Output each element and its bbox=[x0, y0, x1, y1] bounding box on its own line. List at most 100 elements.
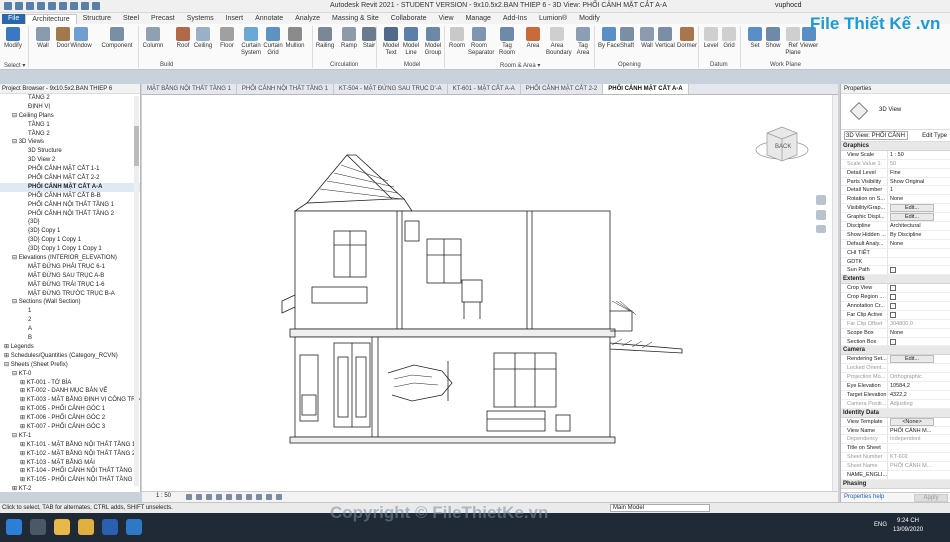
properties-help-link[interactable]: Properties help bbox=[844, 494, 884, 500]
property-checkbox[interactable] bbox=[890, 294, 896, 301]
scroll-thumb[interactable] bbox=[134, 126, 139, 166]
browser-tree-item[interactable]: PHỐI CẢNH MẶT CẮT A-A bbox=[0, 182, 140, 192]
ribbon-tab[interactable]: Analyze bbox=[289, 14, 326, 24]
view-tab[interactable]: MẶT BẰNG NỘI THẤT TẦNG 1 bbox=[142, 84, 237, 94]
ribbon-tab[interactable]: Collaborate bbox=[385, 14, 433, 24]
ribbon-button[interactable]: Tag Area bbox=[572, 27, 594, 57]
ribbon-tab[interactable]: File bbox=[2, 14, 26, 24]
ribbon-button[interactable]: Curtain System bbox=[240, 27, 262, 57]
property-group-header[interactable]: Graphics bbox=[841, 142, 950, 151]
ribbon-tab[interactable]: Massing & Site bbox=[326, 14, 385, 24]
ribbon-panel-label[interactable]: Room & Area ▾ bbox=[500, 62, 540, 69]
open-icon[interactable] bbox=[4, 2, 12, 10]
browser-tree-item[interactable]: ⊞ KT-2 bbox=[0, 485, 140, 494]
property-value[interactable]: Architectural bbox=[887, 222, 937, 230]
ribbon-tab[interactable]: Lumion® bbox=[533, 14, 573, 24]
ribbon-tab[interactable]: Systems bbox=[181, 14, 220, 24]
file-explorer-icon[interactable] bbox=[78, 519, 94, 535]
property-value[interactable]: Show Original bbox=[887, 177, 937, 186]
browser-tree-item[interactable]: ⊞ KT-101 - MẶT BẰNG NỘI THẤT TẦNG 1 bbox=[0, 441, 140, 450]
view-tab[interactable]: PHỐI CẢNH MẶT CẮT 2-2 bbox=[521, 84, 604, 94]
browser-tree-item[interactable]: PHỐI CẢNH MẶT CẮT B-B bbox=[0, 192, 140, 201]
property-value[interactable] bbox=[887, 302, 937, 310]
browser-tree-item[interactable]: 3D Structure bbox=[0, 147, 140, 156]
property-group-header[interactable]: Camera bbox=[841, 346, 950, 356]
ribbon-tab[interactable]: Precast bbox=[145, 14, 181, 24]
browser-tree-item[interactable]: TẦNG 1 bbox=[0, 121, 140, 130]
property-group-header[interactable]: Phasing bbox=[841, 479, 950, 489]
ribbon-button[interactable]: Column bbox=[142, 27, 164, 50]
browser-tree-item[interactable]: ⊞ KT-003 - MẶT BẰNG ĐỊNH VỊ CÔNG TRÌNH bbox=[0, 396, 140, 405]
edit-type-button[interactable]: Edit Type bbox=[922, 130, 947, 142]
system-clock[interactable]: 9:24 CH 13/09/2020 bbox=[893, 517, 923, 535]
browser-tree-item[interactable]: 1 bbox=[0, 307, 140, 316]
browser-tree-item[interactable]: TẦNG 2 bbox=[0, 94, 140, 103]
browser-tree-item[interactable]: {3D} Copy 1 bbox=[0, 227, 140, 236]
default-3d-view-icon[interactable] bbox=[70, 2, 78, 10]
browser-tree-item[interactable]: ⊟ 3D Views bbox=[0, 138, 140, 147]
browser-tree-item[interactable]: MẶT ĐỨNG TRÁI TRỤC 1-6 bbox=[0, 281, 140, 290]
browser-tree-item[interactable]: ⊞ Legends bbox=[0, 343, 140, 352]
property-value[interactable]: None bbox=[887, 328, 937, 337]
ribbon-button[interactable]: Component bbox=[100, 27, 134, 50]
start-icon[interactable] bbox=[6, 519, 22, 535]
ribbon-button[interactable]: Shaft bbox=[616, 27, 638, 50]
ribbon-button[interactable]: Curtain Grid bbox=[262, 27, 284, 57]
browser-tree-item[interactable]: MẶT ĐỨNG SAU TRỤC A-B bbox=[0, 272, 140, 281]
browser-scrollbar[interactable] bbox=[134, 96, 139, 486]
browser-tree-item[interactable]: PHỐI CẢNH NỘI THẤT TẦNG 2 bbox=[0, 210, 140, 219]
browser-tree-item[interactable]: 3D View 2 bbox=[0, 156, 140, 165]
property-value[interactable]: Edit... bbox=[887, 355, 937, 364]
property-edit-button[interactable]: <None> bbox=[890, 417, 934, 426]
browser-tree-item[interactable]: ⊞ KT-105 - PHỐI CẢNH NỘI THẤT TẦNG 2 bbox=[0, 476, 140, 485]
ribbon-tab[interactable]: Steel bbox=[117, 14, 145, 24]
property-value[interactable] bbox=[887, 284, 937, 293]
property-checkbox[interactable] bbox=[890, 285, 896, 292]
ribbon-button[interactable]: Floor bbox=[216, 27, 238, 50]
ribbon-button[interactable]: Show bbox=[762, 27, 784, 50]
property-group-header[interactable]: Extents bbox=[841, 275, 950, 285]
ribbon-tab[interactable]: View bbox=[433, 14, 460, 24]
ribbon-button[interactable]: Ceiling bbox=[192, 27, 214, 50]
property-value[interactable]: Edit... bbox=[887, 204, 937, 213]
browser-tree-item[interactable]: PHỐI CẢNH MẶT CẮT 2-2 bbox=[0, 174, 140, 183]
browser-tree-item[interactable]: ⊟ Sections (Wall Section) bbox=[0, 298, 140, 307]
search-icon[interactable] bbox=[30, 519, 46, 535]
property-value[interactable] bbox=[887, 257, 937, 266]
instance-selector[interactable]: 3D View: PHỐI CẢNH bbox=[844, 130, 908, 140]
temporary-hide-icon[interactable] bbox=[266, 494, 272, 500]
browser-tree-item[interactable]: ⊞ KT-006 - PHỐI CẢNH GÓC 2 bbox=[0, 414, 140, 423]
ribbon-button[interactable]: Model Text bbox=[380, 27, 402, 57]
browser-tree-item[interactable]: ⊟ KT-0 bbox=[0, 370, 140, 379]
browser-tree-item[interactable]: ⊞ KT-104 - PHỐI CẢNH NỘI THẤT TẦNG 1 bbox=[0, 467, 140, 476]
browser-tree-item[interactable]: MẶT ĐỨNG TRƯỚC TRỤC B-A bbox=[0, 290, 140, 299]
browser-tree-item[interactable]: ⊟ Elevations (INTERIOR_ELEVATION) bbox=[0, 254, 140, 263]
property-value[interactable]: 1 bbox=[887, 186, 937, 195]
property-value[interactable]: Edit... bbox=[887, 213, 937, 222]
section-icon[interactable] bbox=[81, 2, 89, 10]
property-value[interactable]: None bbox=[887, 195, 937, 204]
browser-tree-item[interactable]: ⊟ KT-1 bbox=[0, 432, 140, 441]
viewcube-face-label[interactable]: BACK bbox=[775, 144, 791, 150]
browser-tree-item[interactable]: PHỐI CẢNH MẶT CẮT 1-1 bbox=[0, 165, 140, 174]
browser-tree-item[interactable]: {3D} Copy 1 Copy 1 Copy 1 bbox=[0, 245, 140, 254]
view-tab[interactable]: KT-601 - MẶT CẮT A-A bbox=[448, 84, 521, 94]
chrome-icon[interactable] bbox=[54, 519, 70, 535]
text-icon[interactable] bbox=[92, 2, 100, 10]
ribbon-button[interactable]: Room Separator bbox=[468, 27, 494, 57]
property-value[interactable]: 10584,2 bbox=[887, 382, 937, 390]
ribbon-button[interactable]: Window bbox=[70, 27, 92, 50]
property-value[interactable] bbox=[887, 444, 937, 453]
ribbon-button[interactable]: Ramp bbox=[338, 27, 360, 50]
ribbon-button[interactable]: Dormer bbox=[676, 27, 698, 50]
drawing-canvas[interactable]: BACK bbox=[142, 95, 832, 491]
browser-tree-item[interactable]: ⊞ KT-002 - DANH MỤC BẢN VẼ bbox=[0, 387, 140, 396]
browser-tree-item[interactable]: PHỐI CẢNH NỘI THẤT TẦNG 1 bbox=[0, 201, 140, 210]
property-edit-button[interactable]: Edit... bbox=[890, 355, 934, 364]
browser-tree-item[interactable]: B bbox=[0, 334, 140, 343]
browser-tree-item[interactable]: {3D} Copy 1 Copy 1 bbox=[0, 236, 140, 245]
browser-tree-item[interactable]: A bbox=[0, 325, 140, 334]
shadows-icon[interactable] bbox=[216, 494, 222, 500]
ribbon-button[interactable]: Modify bbox=[2, 27, 24, 50]
ribbon-button[interactable]: Vertical bbox=[654, 27, 676, 50]
